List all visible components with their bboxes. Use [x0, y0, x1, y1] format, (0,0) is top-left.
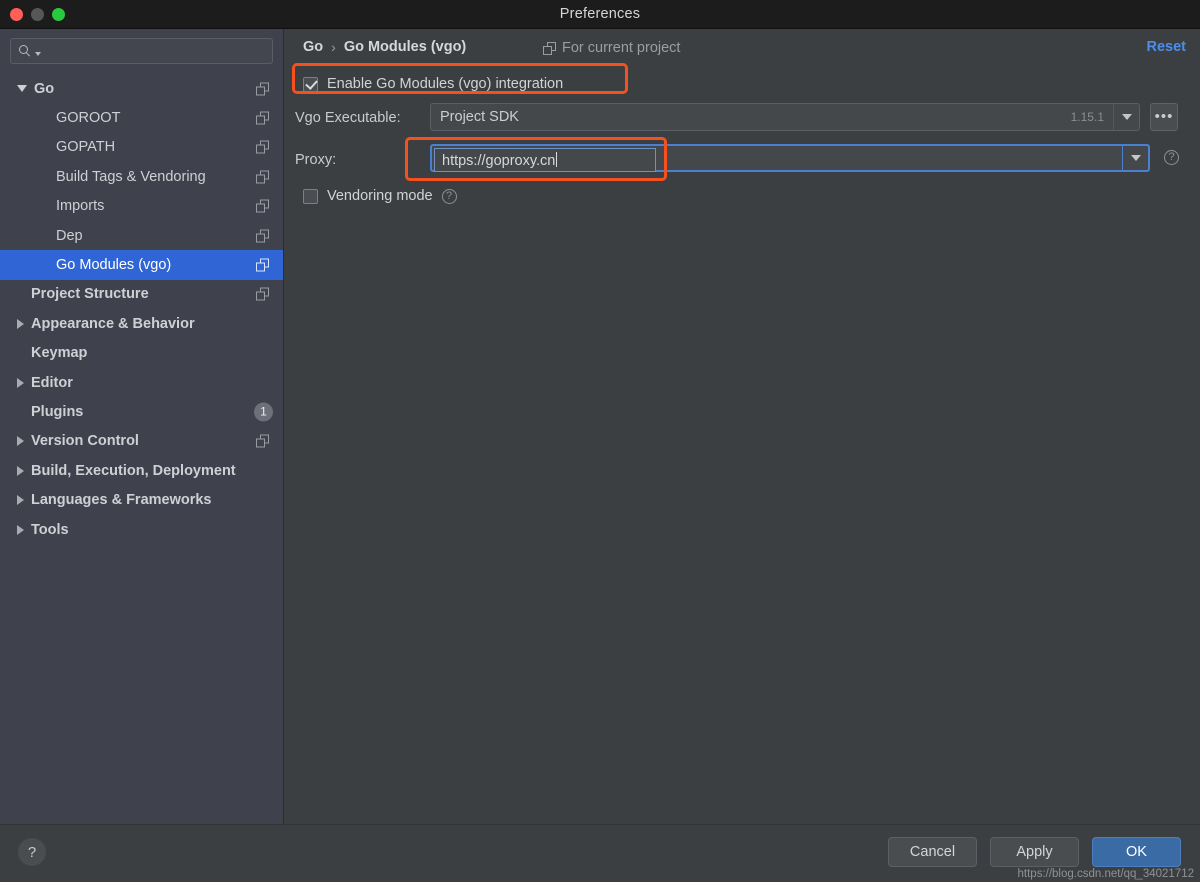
sidebar-item-label: GOPATH — [56, 139, 115, 155]
sidebar-item-label: Dep — [56, 228, 83, 244]
breadcrumb: Go › Go Modules (vgo) — [303, 39, 466, 55]
settings-main-panel: Go › Go Modules (vgo) For current projec… — [285, 29, 1200, 824]
sidebar-item-label: Go — [34, 81, 54, 97]
chevron-right-icon[interactable] — [17, 436, 24, 446]
apply-button[interactable]: Apply — [990, 837, 1079, 867]
scope-note-label: For current project — [562, 40, 680, 56]
watermark-text: https://blog.csdn.net/qq_34021712 — [1018, 868, 1194, 880]
search-container — [0, 29, 283, 64]
preferences-window: Preferences GoGOROOTGOPATHBuild Tags & V… — [0, 0, 1200, 882]
chevron-down-icon — [1131, 155, 1141, 161]
scope-note: For current project — [543, 40, 680, 56]
copy-settings-icon[interactable] — [256, 170, 269, 183]
sidebar-item-label: Languages & Frameworks — [31, 492, 212, 508]
plugins-update-badge: 1 — [254, 402, 273, 421]
enable-go-modules-checkbox[interactable] — [303, 77, 318, 92]
vendoring-mode-checkbox[interactable] — [303, 189, 318, 204]
sidebar-item-label: Appearance & Behavior — [31, 316, 195, 332]
settings-sidebar: GoGOROOT GOPATH Build Tags & Vendoring Impo… — [0, 29, 284, 824]
sidebar-item-label: Keymap — [31, 345, 87, 361]
dialog-footer: ? Cancel Apply OK https://blog.csdn.net/… — [0, 824, 1200, 882]
copy-settings-icon — [543, 42, 556, 55]
copy-settings-icon[interactable] — [256, 259, 269, 272]
chevron-down-icon — [1122, 114, 1132, 120]
sidebar-item-imports[interactable]: Imports — [0, 192, 283, 221]
window-title: Preferences — [0, 6, 1200, 22]
sidebar-item-label: Go Modules (vgo) — [56, 257, 171, 273]
sidebar-item-label: Build Tags & Vendoring — [56, 169, 206, 185]
settings-tree: GoGOROOT GOPATH Build Tags & Vendoring Impo… — [0, 74, 283, 544]
sidebar-item-appearance-behavior[interactable]: Appearance & Behavior — [0, 309, 283, 338]
chevron-down-icon[interactable] — [17, 85, 27, 92]
reset-link[interactable]: Reset — [1147, 39, 1187, 55]
copy-settings-icon[interactable] — [256, 229, 269, 242]
sidebar-item-label: Imports — [56, 198, 104, 214]
vendoring-mode-label: Vendoring mode — [327, 188, 433, 204]
sidebar-item-label: Plugins — [31, 404, 83, 420]
copy-settings-icon[interactable] — [256, 141, 269, 154]
cancel-button[interactable]: Cancel — [888, 837, 977, 867]
vgo-executable-value: Project SDK — [431, 109, 1071, 125]
vgo-executable-combo[interactable]: Project SDK 1.15.1 — [430, 103, 1140, 131]
proxy-dropdown-arrow[interactable] — [1122, 146, 1148, 170]
proxy-help-icon[interactable]: ? — [1164, 150, 1179, 165]
vgo-executable-browse-button[interactable]: ••• — [1150, 103, 1178, 131]
sidebar-item-goroot[interactable]: GOROOT — [0, 103, 283, 132]
copy-settings-icon[interactable] — [256, 435, 269, 448]
search-box[interactable] — [10, 38, 273, 64]
vendoring-mode-help-icon[interactable]: ? — [442, 189, 457, 204]
sidebar-item-editor[interactable]: Editor — [0, 368, 283, 397]
ok-button[interactable]: OK — [1092, 837, 1181, 867]
sidebar-item-label: Version Control — [31, 433, 139, 449]
sidebar-item-build-execution-deployment[interactable]: Build, Execution, Deployment — [0, 456, 283, 485]
sidebar-item-project-structure[interactable]: Project Structure — [0, 280, 283, 309]
proxy-combo[interactable]: https://goproxy.cn — [430, 144, 1150, 172]
proxy-label: Proxy: — [295, 152, 336, 168]
copy-settings-icon[interactable] — [256, 112, 269, 125]
vgo-executable-version: 1.15.1 — [1071, 110, 1113, 124]
copy-settings-icon[interactable] — [256, 288, 269, 301]
sidebar-item-plugins[interactable]: Plugins 1 — [0, 397, 283, 426]
sidebar-item-keymap[interactable]: Keymap — [0, 339, 283, 368]
sidebar-item-build-tags-vendoring[interactable]: Build Tags & Vendoring — [0, 162, 283, 191]
breadcrumb-current: Go Modules (vgo) — [344, 39, 466, 55]
copy-settings-icon[interactable] — [256, 82, 269, 95]
sidebar-item-label: Project Structure — [31, 286, 149, 302]
vgo-executable-label: Vgo Executable: — [295, 110, 401, 126]
chevron-right-icon[interactable] — [17, 495, 24, 505]
proxy-input-value-wrapper: https://goproxy.cn — [435, 152, 557, 169]
sidebar-item-languages-frameworks[interactable]: Languages & Frameworks — [0, 485, 283, 514]
window-titlebar: Preferences — [0, 0, 1200, 29]
sidebar-item-version-control[interactable]: Version Control — [0, 427, 283, 456]
sidebar-item-go[interactable]: Go — [0, 74, 283, 103]
sidebar-item-go-modules-vgo[interactable]: Go Modules (vgo) — [0, 250, 283, 279]
help-button[interactable]: ? — [18, 838, 46, 866]
sidebar-item-tools[interactable]: Tools — [0, 515, 283, 544]
text-caret — [556, 152, 557, 167]
chevron-right-icon[interactable] — [17, 378, 24, 388]
chevron-right-icon[interactable] — [17, 466, 24, 476]
proxy-input-wrapper[interactable]: https://goproxy.cn — [434, 148, 656, 172]
breadcrumb-root[interactable]: Go — [303, 39, 323, 55]
sidebar-item-label: Tools — [31, 522, 69, 538]
copy-settings-icon[interactable] — [256, 200, 269, 213]
enable-go-modules-row[interactable]: Enable Go Modules (vgo) integration — [303, 76, 563, 92]
sidebar-item-label: GOROOT — [56, 110, 120, 126]
chevron-right-icon[interactable] — [17, 319, 24, 329]
sidebar-item-dep[interactable]: Dep — [0, 221, 283, 250]
sidebar-item-label: Editor — [31, 375, 73, 391]
search-icon — [19, 44, 34, 59]
breadcrumb-separator-icon: › — [331, 39, 336, 55]
vgo-executable-dropdown-arrow[interactable] — [1113, 104, 1139, 130]
proxy-input-value: https://goproxy.cn — [442, 153, 555, 169]
vendoring-mode-row[interactable]: Vendoring mode ? — [303, 188, 457, 204]
chevron-right-icon[interactable] — [17, 525, 24, 535]
sidebar-item-label: Build, Execution, Deployment — [31, 463, 236, 479]
search-input[interactable] — [41, 44, 272, 59]
sidebar-item-gopath[interactable]: GOPATH — [0, 133, 283, 162]
enable-go-modules-label: Enable Go Modules (vgo) integration — [327, 76, 563, 92]
